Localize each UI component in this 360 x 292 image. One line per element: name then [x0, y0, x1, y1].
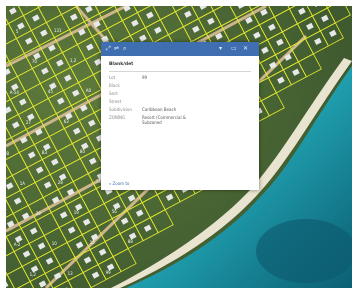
maximize-icon[interactable]: ▭ [231, 45, 237, 53]
parcel-label: 131 [54, 28, 62, 33]
popup-header: ⤢ ⇌ ⌕ ▾ ▭ ✕ [101, 42, 259, 56]
field-value: 99 [142, 75, 148, 80]
field-label: Block [109, 83, 120, 88]
parcel-label: 15 [90, 240, 96, 245]
field-value: Resort (Commercial & Subzoned [142, 115, 186, 125]
field-label: Sect [109, 91, 118, 96]
feature-popup[interactable]: ⤢ ⇌ ⌕ ▾ ▭ ✕ Blank/det Lot 99 Block Sect … [101, 42, 259, 190]
parcel-label: 13 [68, 271, 74, 276]
parcel-label: 29 [36, 211, 42, 216]
parcel-label: 27 [26, 120, 32, 125]
parcel-label: 1A [20, 181, 26, 186]
parcel-label: A-54 [10, 90, 20, 95]
parcel-label: 70 [32, 59, 38, 64]
parcel-label: 2B [6, 151, 9, 156]
field-value [142, 91, 251, 96]
parcel-label: 10 [52, 241, 58, 246]
parcel-label: 28 [58, 180, 64, 185]
parcel-label: 45 [48, 89, 54, 94]
divider [109, 71, 251, 72]
expand-icon[interactable]: ⤢ [106, 45, 111, 53]
pin-icon[interactable]: ▾ [219, 45, 222, 53]
field-row: Street [109, 99, 251, 104]
field-row: Sect [109, 91, 251, 96]
parcel-label: 19 [74, 210, 80, 215]
zoom-to-label: Zoom to [112, 181, 130, 186]
field-label: Lot [109, 75, 116, 80]
field-row: Block [109, 83, 251, 88]
reef-shadow [256, 219, 352, 283]
parcel-label: 5 [16, 29, 19, 34]
parcel-label: 99 [106, 270, 112, 275]
parcel-label: 1,2 [30, 272, 37, 277]
field-row: Lot 99 [109, 75, 251, 80]
field-label: Street [109, 99, 122, 104]
field-row: ZONING Resort (Commercial & Subzoned [109, 115, 251, 125]
field-value [142, 99, 251, 104]
parcel-label: A0 [86, 88, 92, 93]
zoom-icon: ⌕ [109, 181, 112, 186]
field-value: Caribbean Beach [142, 107, 177, 112]
parcel-label: B3 [42, 150, 48, 155]
zoom-icon[interactable]: ⌕ [123, 45, 126, 53]
parcel-label: 56 [112, 209, 118, 214]
field-row: Subdivision Caribbean Beach [109, 107, 251, 112]
popup-title: Blank/det [109, 62, 134, 67]
field-value [142, 83, 251, 88]
parcel-label: 1,2 [70, 58, 77, 63]
zoom-to-link[interactable]: ⌕ Zoom to [109, 181, 129, 186]
parcel-label: 88 [128, 239, 134, 244]
parcel-label: A-2 [14, 242, 21, 247]
link-icon[interactable]: ⇌ [114, 45, 119, 53]
close-icon[interactable]: ✕ [243, 45, 248, 53]
field-label: Subdivision [109, 107, 132, 112]
field-label: ZONING [109, 115, 126, 120]
parcel-label: 80 [80, 149, 86, 154]
parcel-label: 62 [64, 119, 70, 124]
